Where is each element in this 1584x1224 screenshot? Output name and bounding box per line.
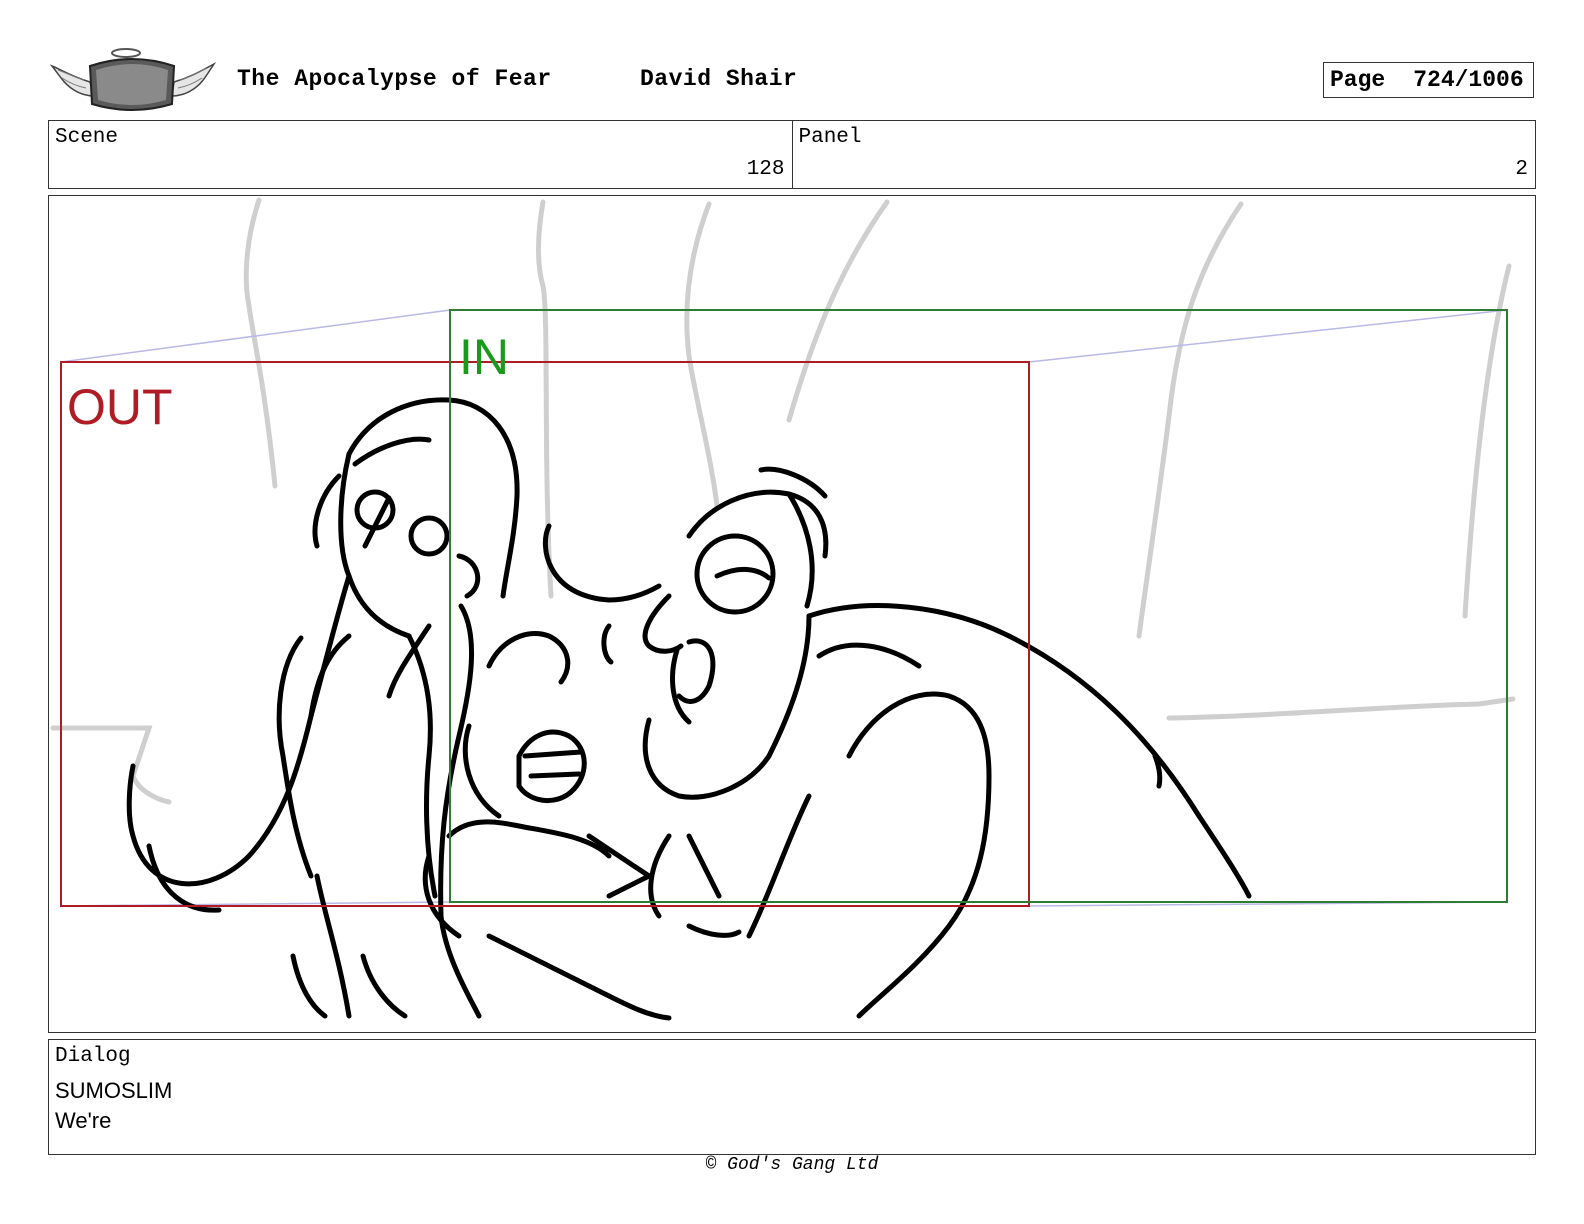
story-title: The Apocalypse of Fear — [237, 66, 552, 92]
dialog-line: We're — [55, 1108, 112, 1133]
scene-panel-row: Scene 128 Panel 2 — [48, 120, 1536, 189]
background-sketch — [50, 197, 1516, 805]
storyboard-panel-drawing: OUT IN — [48, 195, 1536, 1033]
dialog-speaker: SUMOSLIM — [55, 1078, 173, 1103]
dialog-box: Dialog SUMOSLIM We're — [48, 1039, 1536, 1155]
author-name: David Shair — [640, 66, 798, 92]
panel-label: Panel — [798, 126, 862, 149]
scene-value: 128 — [746, 158, 785, 181]
page-label: Page — [1330, 67, 1386, 93]
panel-value: 2 — [1515, 158, 1528, 181]
camera-out-label: OUT — [67, 379, 173, 435]
page-indicator: Page 724/1006 — [1323, 62, 1534, 98]
camera-in-frame — [449, 309, 1508, 903]
copyright-notice: © God's Gang Ltd — [705, 1155, 879, 1175]
page-number: 724/1006 — [1413, 67, 1524, 93]
camera-in-label: IN — [459, 329, 509, 385]
panel-cell: Panel 2 — [791, 121, 1536, 188]
character-sketch — [126, 397, 1252, 1021]
dialog-label: Dialog — [55, 1045, 131, 1068]
scene-cell: Scene 128 — [49, 121, 792, 188]
gods-gang-logo — [49, 46, 217, 116]
scene-label: Scene — [55, 126, 119, 149]
